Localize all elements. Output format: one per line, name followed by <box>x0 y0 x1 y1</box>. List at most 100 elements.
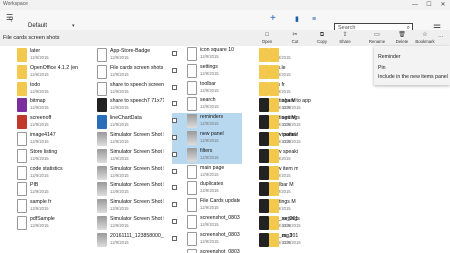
file-name: Simulator Screen Shot De <box>110 182 164 189</box>
rename-button[interactable]: ▭ Rename <box>364 32 390 46</box>
file-item[interactable]: Simulator Screen Shot De 12/9/2015 <box>82 165 166 182</box>
top-toolbar: ☰ Default ▾ ⚲ + ▮ ≡ Search ⌕ ☰ <box>0 10 450 34</box>
file-item[interactable]: Store listing 12/9/2015 <box>2 148 80 165</box>
file-date: 12/9/2015 <box>110 155 129 161</box>
file-item[interactable]: filters 12/9/2015 <box>172 146 242 164</box>
file-item[interactable]: File cards screen shots 12/9/2015 <box>82 64 166 81</box>
file-item[interactable]: Simulator Screen Shot De 12/9/2015 <box>82 131 166 148</box>
workspace-selector[interactable]: Default <box>28 23 47 29</box>
file-item[interactable]: code statistics 12/9/2015 <box>2 165 80 182</box>
item-checkbox[interactable] <box>172 151 177 157</box>
file-item[interactable]: OpenOffice 4.1.2 (en-US) I12/6/2015 <box>2 64 80 81</box>
file-date: 12/9/2015 <box>110 71 129 77</box>
menu-item-include-new-items[interactable]: Include in the new items panel <box>378 74 448 80</box>
item-checkbox[interactable] <box>172 118 177 124</box>
file-item[interactable]: screenshot_080320112/9/2015 <box>172 231 242 248</box>
file-name: File cards screen shots <box>110 64 164 71</box>
file-item[interactable]: image4147 12/9/2015 <box>2 131 80 148</box>
file-thumbnail <box>187 164 197 179</box>
file-item[interactable]: File Cards update 12/9/2015 <box>172 197 242 214</box>
file-item[interactable]: main page 12/9/2015 <box>172 164 242 181</box>
file-item[interactable]: screenshot_080320112/9/2015 <box>172 248 242 253</box>
folder-icon <box>269 115 279 130</box>
menu-item-reminder[interactable]: Reminder <box>378 54 401 60</box>
item-checkbox[interactable] <box>172 84 177 90</box>
file-item[interactable]: share to app 12/9/2015 <box>254 97 332 114</box>
file-item[interactable]: share to speech screen sh12/9/2015 <box>82 81 166 98</box>
add-icon[interactable]: + <box>270 14 276 24</box>
file-thumbnail <box>187 215 197 229</box>
file-item[interactable] <box>254 64 332 81</box>
file-item[interactable]: App-Store-Badge 12/9/2015 <box>82 47 166 64</box>
file-item[interactable]: Simulator Screen Shot De 12/9/2015 <box>82 181 166 198</box>
pin-icon[interactable]: ▮ <box>295 15 299 25</box>
maximize-button[interactable]: ☐ <box>422 0 436 10</box>
folder-icon <box>17 81 27 96</box>
folder-icon <box>269 232 279 247</box>
item-checkbox[interactable] <box>172 67 177 73</box>
file-item[interactable] <box>254 181 332 198</box>
file-date: 12/9/2015 <box>30 172 49 178</box>
item-checkbox[interactable] <box>172 235 177 241</box>
file-item[interactable]: Simulator Screen Shot De 12/9/2015 <box>82 198 166 215</box>
file-item[interactable]: lineChartData 12/9/2015 <box>82 114 166 131</box>
item-checkbox[interactable] <box>172 202 177 208</box>
file-item[interactable]: PIB 12/9/2015 <box>2 181 80 198</box>
item-checkbox[interactable] <box>172 219 177 224</box>
cut-button[interactable]: ✂ Cut <box>282 32 308 46</box>
file-item[interactable]: reminders 12/9/2015 <box>172 113 242 131</box>
file-item[interactable]: mp3 12/9/2015 <box>254 232 332 249</box>
file-item[interactable]: duplicates 12/9/2015 <box>172 180 242 197</box>
file-item[interactable]: screenshot_080320112/9/2015 <box>172 214 242 231</box>
share-button[interactable]: ⇪ Share <box>332 32 358 46</box>
file-item[interactable]: Simulator Screen Shot De 12/9/2015 <box>82 215 166 232</box>
minimize-button[interactable]: — <box>408 0 422 10</box>
file-thumbnail <box>187 181 197 196</box>
file-item[interactable]: toolbar 12/9/2015 <box>172 80 242 97</box>
file-date: 12/9/2015 <box>110 122 129 128</box>
file-thumbnail <box>187 198 197 213</box>
file-item[interactable]: settings 12/9/2015 <box>254 215 332 232</box>
file-item[interactable]: share to speech7 71x71 12/9/2015 <box>82 97 166 114</box>
open-button[interactable]: □ Open <box>254 32 280 46</box>
file-item[interactable]: bitmap 12/9/2015 <box>2 97 80 114</box>
item-checkbox[interactable] <box>172 185 177 191</box>
file-item[interactable] <box>254 81 332 98</box>
file-item[interactable]: later 12/6/2015 <box>2 47 80 64</box>
file-item[interactable] <box>254 47 332 64</box>
file-item[interactable]: icon square 10 12/9/2015 <box>172 46 242 63</box>
file-item[interactable]: todo 12/9/2015 <box>2 81 80 98</box>
item-checkbox[interactable] <box>172 51 177 56</box>
file-item[interactable]: settings 12/9/2015 <box>172 63 242 80</box>
file-thumbnail <box>97 115 107 130</box>
file-item[interactable]: new panel 12/9/2015 <box>172 130 242 147</box>
file-date: 12/9/2015 <box>30 189 49 195</box>
file-item[interactable]: sample fr 12/9/2015 <box>2 198 80 215</box>
file-item[interactable]: Simulator Screen Shot De 12/9/2015 <box>82 148 166 165</box>
file-date: 12/9/2015 <box>110 239 129 245</box>
file-item[interactable]: settings 12/9/2015 <box>254 114 332 131</box>
file-item[interactable] <box>254 198 332 215</box>
file-thumbnail <box>97 98 107 113</box>
file-date: 12/9/2015 <box>282 105 301 111</box>
file-item[interactable]: search 12/9/2015 <box>172 96 242 113</box>
file-date: 12/9/2015 <box>30 155 49 161</box>
file-item[interactable]: 20161111_123858000_iOS12/9/2015 <box>82 232 166 249</box>
close-button[interactable]: ✕ <box>436 0 450 10</box>
chevron-down-icon[interactable]: ▾ <box>72 23 75 29</box>
file-thumbnail <box>97 232 107 247</box>
more-icon[interactable]: ··· <box>438 34 444 40</box>
file-item[interactable]: screenoff 12/9/2015 <box>2 114 80 131</box>
item-checkbox[interactable] <box>172 168 177 174</box>
item-checkbox[interactable] <box>172 101 177 107</box>
menu-item-pin[interactable]: Pin <box>378 65 386 71</box>
file-item[interactable]: pdfSample 12/9/2015 <box>2 215 80 232</box>
file-item[interactable] <box>254 148 332 165</box>
filter-icon[interactable]: ⚲ <box>9 15 13 25</box>
file-item[interactable] <box>254 165 332 182</box>
item-checkbox[interactable] <box>172 135 177 140</box>
file-thumbnail <box>97 165 107 180</box>
file-item[interactable]: toolbar 12/9/2015 <box>254 131 332 148</box>
list-icon[interactable]: ≡ <box>312 15 316 25</box>
bookmark-button[interactable]: ☆ Bookmark <box>412 32 438 46</box>
